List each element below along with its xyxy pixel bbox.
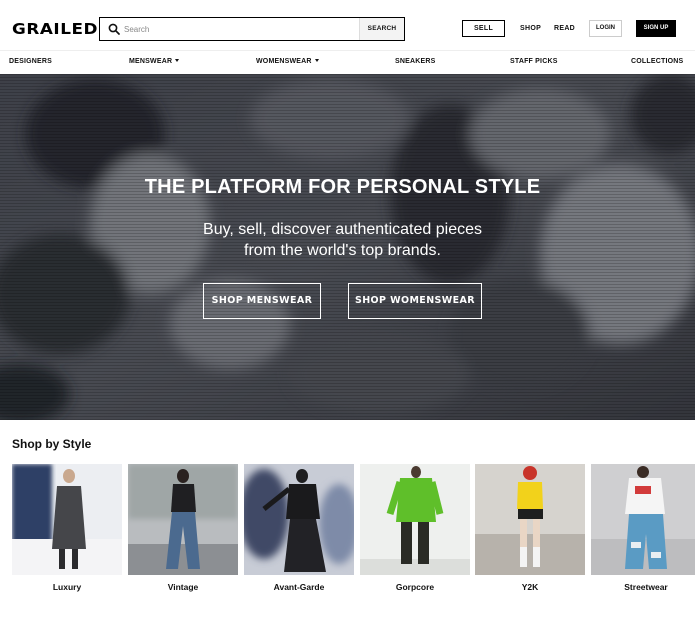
nav-staff-picks[interactable]: STAFF PICKS	[510, 58, 558, 65]
style-image-y2k	[475, 464, 585, 575]
style-image-luxury	[12, 464, 122, 575]
hero-subtitle-line-1: Buy, sell, discover authenticated pieces	[203, 221, 482, 238]
search-input[interactable]	[124, 21, 354, 37]
nav-designers-label: DESIGNERS	[9, 58, 53, 65]
nav-collections-label: COLLECTIONS	[631, 58, 684, 65]
grailed-logo[interactable]: GRAILED	[12, 20, 98, 38]
caret-down-icon	[175, 58, 180, 62]
sell-button[interactable]: SELL	[462, 20, 505, 37]
shop-link[interactable]: SHOP	[520, 25, 541, 32]
style-card-vintage[interactable]: Vintage	[128, 464, 238, 594]
site-header: GRAILED SEARCH SELL SHOP READ LOGIN SIGN…	[0, 0, 695, 50]
style-card-avant-garde[interactable]: Avant-Garde	[244, 464, 354, 594]
style-label: Gorpcore	[395, 582, 435, 592]
style-label: Y2K	[521, 582, 539, 592]
style-label: Avant-Garde	[273, 582, 325, 592]
login-button[interactable]: LOGIN	[589, 20, 622, 37]
signup-button[interactable]: SIGN UP	[636, 20, 676, 37]
search-button[interactable]: SEARCH	[359, 18, 404, 40]
style-card-y2k[interactable]: Y2K	[475, 464, 585, 594]
category-nav: DESIGNERS MENSWEAR WOMENSWEAR SNEAKERS S…	[0, 50, 695, 74]
nav-designers[interactable]: DESIGNERS	[9, 58, 52, 65]
nav-collections[interactable]: COLLECTIONS	[631, 58, 683, 65]
hero-title: THE PLATFORM FOR PERSONAL STYLE	[144, 176, 541, 198]
nav-staff-picks-label: STAFF PICKS	[510, 58, 558, 65]
style-image-avant-garde	[244, 464, 354, 575]
shop-menswear-button[interactable]: SHOP MENSWEAR	[203, 283, 321, 319]
read-link[interactable]: READ	[554, 25, 575, 32]
nav-sneakers-label: SNEAKERS	[395, 58, 436, 65]
style-card-streetwear[interactable]: Streetwear	[591, 464, 695, 594]
style-image-streetwear	[591, 464, 695, 575]
nav-menswear[interactable]: MENSWEAR	[129, 58, 180, 65]
nav-womenswear-label: WOMENSWEAR	[256, 58, 312, 65]
search-icon	[108, 23, 120, 35]
style-label: Vintage	[167, 582, 199, 592]
nav-sneakers[interactable]: SNEAKERS	[395, 58, 436, 65]
search-bar[interactable]: SEARCH	[99, 17, 405, 41]
hero-subtitle: Buy, sell, discover authenticated pieces…	[0, 219, 685, 261]
hero-subtitle-line-2: from the world's top brands.	[244, 242, 441, 259]
style-card-luxury[interactable]: Luxury	[12, 464, 122, 594]
shop-womenswear-button[interactable]: SHOP WOMENSWEAR	[348, 283, 482, 319]
style-image-gorpcore	[360, 464, 470, 575]
style-label: Streetwear	[624, 582, 668, 592]
nav-menswear-label: MENSWEAR	[129, 58, 173, 65]
style-label: Luxury	[52, 582, 82, 592]
style-card-gorpcore[interactable]: Gorpcore	[360, 464, 470, 594]
nav-womenswear[interactable]: WOMENSWEAR	[256, 58, 319, 65]
caret-down-icon	[314, 58, 319, 62]
style-image-vintage	[128, 464, 238, 575]
hero-banner: THE PLATFORM FOR PERSONAL STYLE Buy, sel…	[0, 74, 695, 420]
shop-by-style-title: Shop by Style	[12, 437, 92, 451]
